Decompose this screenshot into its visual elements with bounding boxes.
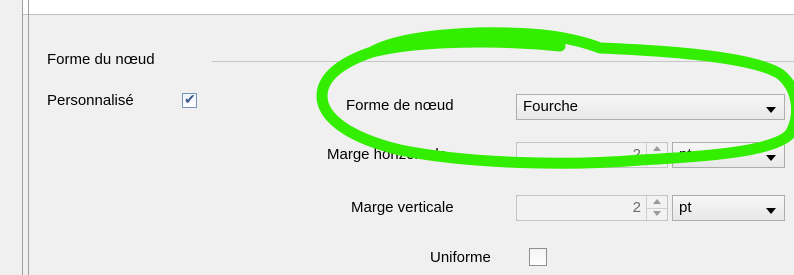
annotation-stroke	[316, 27, 794, 169]
annotation-loop	[316, 27, 794, 169]
